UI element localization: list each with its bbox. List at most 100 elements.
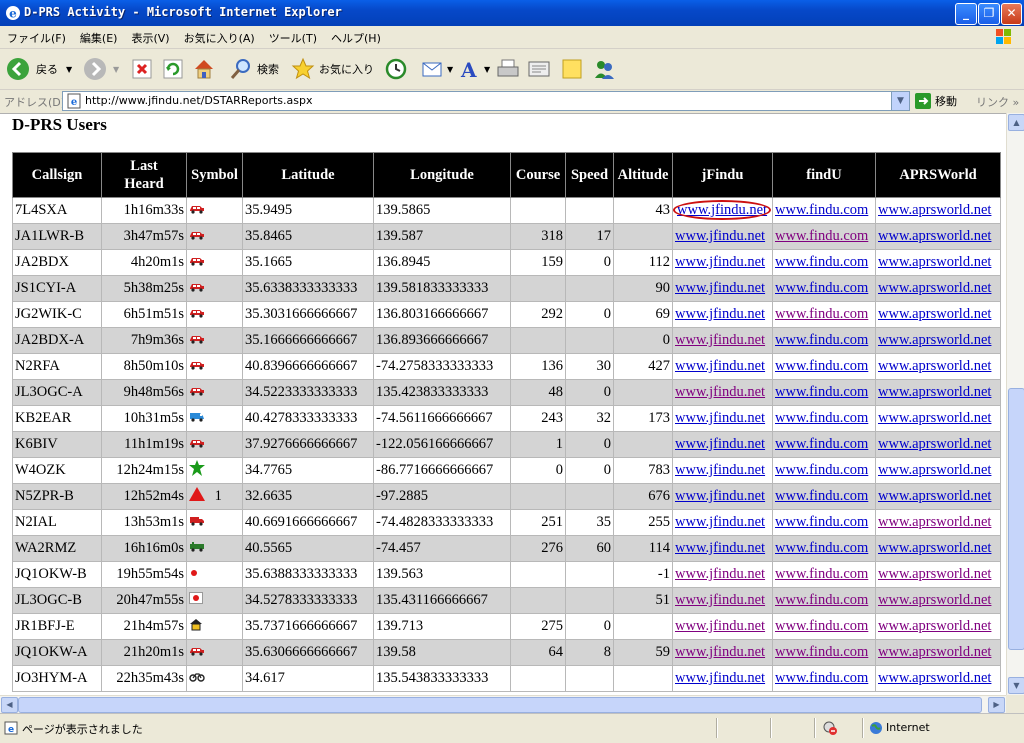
vertical-scrollbar[interactable]: ▲ ▼ bbox=[1006, 113, 1024, 695]
menu-file[interactable]: ファイル(F) bbox=[0, 26, 73, 46]
aprsworld-link[interactable]: www.aprsworld.net bbox=[878, 228, 991, 244]
findu-link[interactable]: www.findu.com bbox=[775, 514, 868, 530]
scroll-right-icon[interactable]: ▶ bbox=[988, 697, 1005, 713]
aprsworld-link[interactable]: www.aprsworld.net bbox=[878, 540, 991, 556]
address-dropdown-icon[interactable]: ▼ bbox=[891, 92, 909, 110]
jfindu-link[interactable]: www.jfindu.net bbox=[675, 358, 765, 374]
findu-link[interactable]: www.findu.com bbox=[775, 228, 868, 244]
findu-link[interactable]: www.findu.com bbox=[775, 410, 868, 426]
aprsworld-link[interactable]: www.aprsworld.net bbox=[878, 332, 991, 348]
aprsworld-link[interactable]: www.aprsworld.net bbox=[878, 618, 991, 634]
links-label[interactable]: リンク » bbox=[976, 94, 1019, 110]
title-bar: e D-PRS Activity - Microsoft Internet Ex… bbox=[0, 0, 1024, 26]
mail-button[interactable]: ▼ bbox=[421, 55, 453, 83]
jfindu-link[interactable]: www.jfindu.net bbox=[675, 306, 765, 322]
aprsworld-link[interactable]: www.aprsworld.net bbox=[878, 254, 991, 270]
jfindu-link[interactable]: www.jfindu.net bbox=[675, 384, 765, 400]
aprsworld-link[interactable]: www.aprsworld.net bbox=[878, 384, 991, 400]
aprsworld-link[interactable]: www.aprsworld.net bbox=[878, 592, 991, 608]
menu-tools[interactable]: ツール(T) bbox=[262, 26, 324, 46]
aprsworld-link[interactable]: www.aprsworld.net bbox=[878, 514, 991, 530]
stop-button[interactable] bbox=[130, 55, 154, 83]
findu-link[interactable]: www.findu.com bbox=[775, 592, 868, 608]
aprsworld-link[interactable]: www.aprsworld.net bbox=[878, 644, 991, 660]
findu-link[interactable]: www.findu.com bbox=[775, 488, 868, 504]
menu-edit[interactable]: 編集(E) bbox=[73, 26, 125, 46]
aprsworld-link[interactable]: www.aprsworld.net bbox=[878, 488, 991, 504]
truck-icon bbox=[189, 514, 205, 531]
jfindu-link[interactable]: www.jfindu.net bbox=[675, 592, 765, 608]
history-button[interactable] bbox=[384, 55, 408, 83]
font-size-button[interactable]: A ▼ bbox=[458, 55, 490, 83]
close-button[interactable]: ✕ bbox=[1001, 3, 1022, 25]
jfindu-link[interactable]: www.jfindu.net bbox=[675, 280, 765, 296]
aprsworld-link[interactable]: www.aprsworld.net bbox=[878, 358, 991, 374]
note-button[interactable] bbox=[560, 55, 584, 83]
aprsworld-link[interactable]: www.aprsworld.net bbox=[878, 202, 991, 218]
aprsworld-link[interactable]: www.aprsworld.net bbox=[878, 306, 991, 322]
cell-altitude: 69 bbox=[613, 301, 673, 328]
jfindu-link[interactable]: www.jfindu.net bbox=[675, 462, 765, 478]
address-input[interactable]: e http://www.jfindu.net/DSTARReports.asp… bbox=[62, 91, 910, 111]
jfindu-link[interactable]: www.jfindu.net bbox=[675, 540, 765, 556]
jfindu-link[interactable]: www.jfindu.net bbox=[675, 488, 765, 504]
vertical-scroll-thumb[interactable] bbox=[1008, 388, 1024, 650]
findu-link[interactable]: www.findu.com bbox=[775, 202, 868, 218]
jfindu-link[interactable]: www.jfindu.net bbox=[672, 200, 772, 220]
jfindu-link[interactable]: www.jfindu.net bbox=[675, 566, 765, 582]
findu-link[interactable]: www.findu.com bbox=[775, 670, 868, 686]
horizontal-scrollbar[interactable]: ◀ ▶ bbox=[0, 695, 1006, 713]
go-button[interactable]: 移動 bbox=[915, 93, 957, 109]
search-button[interactable]: 検索 bbox=[229, 55, 279, 83]
findu-link[interactable]: www.findu.com bbox=[775, 306, 868, 322]
scroll-down-icon[interactable]: ▼ bbox=[1008, 677, 1024, 694]
minimize-button[interactable]: _ bbox=[955, 3, 977, 25]
aprsworld-link[interactable]: www.aprsworld.net bbox=[878, 670, 991, 686]
home-button[interactable] bbox=[192, 55, 216, 83]
aprsworld-link[interactable]: www.aprsworld.net bbox=[878, 462, 991, 478]
menu-favorites[interactable]: お気に入り(A) bbox=[177, 26, 262, 46]
jfindu-link[interactable]: www.jfindu.net bbox=[675, 228, 765, 244]
findu-link[interactable]: www.findu.com bbox=[775, 566, 868, 582]
scroll-up-icon[interactable]: ▲ bbox=[1008, 114, 1024, 131]
findu-link[interactable]: www.findu.com bbox=[775, 540, 868, 556]
forward-button[interactable]: ▼ bbox=[83, 55, 119, 83]
cell-jfindu: www.jfindu.net bbox=[672, 327, 773, 354]
cell-callsign: JO3HYM-A bbox=[12, 665, 102, 692]
messenger-button[interactable] bbox=[592, 55, 616, 83]
edit-button[interactable] bbox=[527, 55, 551, 83]
jfindu-link[interactable]: www.jfindu.net bbox=[675, 514, 765, 530]
findu-link[interactable]: www.findu.com bbox=[775, 332, 868, 348]
back-dropdown-icon[interactable]: ▼ bbox=[66, 65, 72, 74]
horizontal-scroll-thumb[interactable] bbox=[18, 697, 982, 713]
privacy-icon[interactable] bbox=[822, 720, 838, 736]
jfindu-link[interactable]: www.jfindu.net bbox=[675, 618, 765, 634]
aprsworld-link[interactable]: www.aprsworld.net bbox=[878, 566, 991, 582]
back-button[interactable]: 戻る ▼ bbox=[6, 55, 72, 83]
cell-course: 318 bbox=[510, 223, 566, 250]
jfindu-link[interactable]: www.jfindu.net bbox=[675, 644, 765, 660]
scroll-left-icon[interactable]: ◀ bbox=[1, 697, 18, 713]
findu-link[interactable]: www.findu.com bbox=[775, 280, 868, 296]
jfindu-link[interactable]: www.jfindu.net bbox=[675, 332, 765, 348]
restore-button[interactable]: ❐ bbox=[978, 3, 1000, 25]
aprsworld-link[interactable]: www.aprsworld.net bbox=[878, 436, 991, 452]
jfindu-link[interactable]: www.jfindu.net bbox=[675, 436, 765, 452]
jfindu-link[interactable]: www.jfindu.net bbox=[675, 410, 765, 426]
findu-link[interactable]: www.findu.com bbox=[775, 618, 868, 634]
findu-link[interactable]: www.findu.com bbox=[775, 358, 868, 374]
aprsworld-link[interactable]: www.aprsworld.net bbox=[878, 280, 991, 296]
findu-link[interactable]: www.findu.com bbox=[775, 384, 868, 400]
aprsworld-link[interactable]: www.aprsworld.net bbox=[878, 410, 991, 426]
findu-link[interactable]: www.findu.com bbox=[775, 254, 868, 270]
findu-link[interactable]: www.findu.com bbox=[775, 436, 868, 452]
jfindu-link[interactable]: www.jfindu.net bbox=[675, 254, 765, 270]
menu-help[interactable]: ヘルプ(H) bbox=[324, 26, 388, 46]
menu-view[interactable]: 表示(V) bbox=[124, 26, 176, 46]
findu-link[interactable]: www.findu.com bbox=[775, 644, 868, 660]
favorites-button[interactable]: お気に入り bbox=[291, 55, 374, 83]
refresh-button[interactable] bbox=[161, 55, 185, 83]
print-button[interactable] bbox=[496, 55, 520, 83]
jfindu-link[interactable]: www.jfindu.net bbox=[675, 670, 765, 686]
findu-link[interactable]: www.findu.com bbox=[775, 462, 868, 478]
